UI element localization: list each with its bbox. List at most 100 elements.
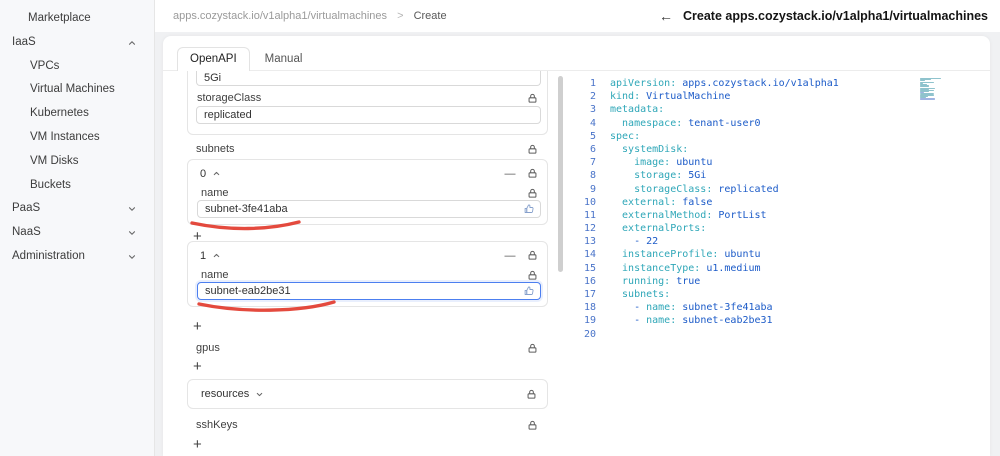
tab-openapi[interactable]: OpenAPI: [177, 47, 250, 71]
sidebar-item-naas[interactable]: NaaS: [0, 221, 154, 245]
subnets-label: subnets: [196, 143, 235, 155]
subnet-item-0-header[interactable]: 0 —: [200, 166, 538, 181]
sidebar-item-paas[interactable]: PaaS: [0, 197, 154, 221]
sidebar-item-virtual-machines[interactable]: Virtual Machines: [0, 78, 154, 102]
lock-icon: [527, 188, 538, 199]
minimap[interactable]: [920, 78, 942, 102]
sidebar-item-iaas[interactable]: IaaS: [0, 31, 154, 55]
sidebar-item-label: VM Disks: [30, 154, 79, 167]
sshkeys-label: sshKeys: [196, 419, 238, 431]
code-text: kind: VirtualMachine: [610, 91, 731, 103]
lock-icon: [527, 168, 538, 179]
page-title: Create apps.cozystack.io/v1alpha1/virtua…: [683, 9, 988, 23]
sidebar-item-kubernetes[interactable]: Kubernetes: [0, 102, 154, 126]
line-number: 6: [589, 143, 596, 155]
form-scrollbar-thumb[interactable]: [558, 76, 563, 272]
line-number: 7: [589, 157, 596, 169]
tab-manual[interactable]: Manual: [252, 47, 316, 71]
sidebar-items: Marketplace IaaS VPCs Virtual Machines Kuber…: [0, 7, 154, 269]
code-text: running: true: [610, 275, 701, 287]
code-text: instanceType: u1.medium: [610, 262, 761, 274]
code-line: 6 systemDisk:: [575, 143, 990, 156]
storage-size-input[interactable]: 5Gi: [196, 71, 541, 86]
lock-icon: [527, 250, 538, 261]
subnet-1-name-label-row: name: [201, 269, 538, 281]
code-text: namespace: tenant-user0: [610, 117, 761, 129]
sidebar-item-label: Kubernetes: [30, 107, 89, 120]
sidebar-item-buckets[interactable]: Buckets: [0, 174, 154, 198]
sidebar-item-vpcs[interactable]: VPCs: [0, 55, 154, 79]
code-text: storage: 5Gi: [610, 170, 707, 182]
chevron-up-icon: [127, 38, 137, 48]
code-text: metadata:: [610, 104, 665, 116]
storage-field-group: 5Gi storageClass: [187, 71, 548, 135]
line-number: 17: [583, 289, 596, 300]
thumbs-up-icon[interactable]: [523, 203, 535, 215]
code-line: 20: [575, 328, 990, 341]
sidebar-item-vm-instances[interactable]: VM Instances: [0, 126, 154, 150]
subnet-item-1-index: 1: [200, 249, 207, 262]
line-number: 10: [583, 196, 596, 208]
lock-icon: [527, 270, 538, 281]
sidebar-item-label: PaaS: [12, 202, 41, 215]
line-number: 12: [583, 223, 596, 235]
line-number: 5: [589, 130, 596, 142]
line-number: 16: [583, 275, 596, 287]
line-number: 8: [589, 170, 596, 182]
gpus-label: gpus: [196, 342, 220, 354]
code-text: externalMethod: PortList: [610, 209, 767, 221]
sidebar-item-marketplace[interactable]: Marketplace: [0, 7, 154, 31]
topbar: apps.cozystack.io/v1alpha1/virtualmachin…: [155, 0, 1000, 32]
code-line: 5 spec:: [575, 130, 990, 143]
breadcrumb: apps.cozystack.io/v1alpha1/virtualmachin…: [173, 10, 447, 22]
code-line: 13 - 22: [575, 235, 990, 248]
chevron-up-icon: [212, 251, 221, 260]
line-number: 4: [589, 117, 596, 129]
thumbs-up-icon[interactable]: [523, 285, 535, 297]
sidebar-item-administration[interactable]: Administration: [0, 245, 154, 269]
code-line: 7 image: ubuntu: [575, 156, 990, 169]
subnet-0-name-label: name: [201, 187, 229, 199]
code-text: - name: subnet-eab2be31: [610, 315, 773, 327]
subnet-item-0: 0 — name: [187, 159, 548, 225]
remove-subnet-0-button[interactable]: —: [502, 168, 518, 180]
sidebar-item-label: Buckets: [30, 178, 71, 191]
line-number: 1: [589, 78, 596, 89]
remove-subnet-1-button[interactable]: —: [502, 250, 518, 262]
code-line: 14 instanceProfile: ubuntu: [575, 248, 990, 261]
code-line: 17 subnets:: [575, 288, 990, 301]
sidebar-item-label: NaaS: [12, 226, 41, 239]
sidebar-item-label: IaaS: [12, 35, 36, 48]
add-sshkey-button[interactable]: +: [193, 437, 202, 452]
breadcrumb-path[interactable]: apps.cozystack.io/v1alpha1/virtualmachin…: [173, 10, 387, 22]
subnet-1-name-label: name: [201, 269, 229, 281]
code-text: external: false: [610, 196, 713, 208]
subnet-0-name-input[interactable]: [197, 200, 541, 218]
storage-class-input-wrap: [196, 106, 541, 124]
add-gpu-button[interactable]: +: [193, 359, 202, 374]
yaml-editor[interactable]: 1 apiVersion: apps.cozystack.io/v1alpha1 2…: [575, 72, 990, 456]
code-text: - name: subnet-3fe41aba: [610, 302, 773, 314]
sidebar-item-label: VM Instances: [30, 130, 100, 143]
line-number: 20: [583, 328, 596, 340]
back-arrow-icon[interactable]: ←: [659, 9, 673, 23]
chevron-up-icon: [212, 169, 221, 178]
line-number: 15: [583, 262, 596, 274]
subnet-1-name-input[interactable]: [197, 282, 541, 300]
storage-class-label: storageClass: [197, 92, 262, 104]
add-subnet-button-2[interactable]: +: [193, 319, 202, 334]
storage-class-input[interactable]: [196, 106, 541, 124]
code-line: 4 namespace: tenant-user0: [575, 117, 990, 130]
resources-expander[interactable]: resources: [187, 379, 548, 409]
lock-icon: [527, 144, 538, 155]
chevron-down-icon: [255, 390, 264, 399]
sidebar-item-vm-disks[interactable]: VM Disks: [0, 150, 154, 174]
subnet-item-1-header[interactable]: 1 —: [200, 248, 538, 263]
subnets-label-row: subnets: [187, 143, 548, 155]
sidebar-item-label: Administration: [12, 249, 85, 262]
lock-icon: [527, 420, 538, 431]
chevron-down-icon: [127, 228, 137, 238]
lock-icon: [527, 343, 538, 354]
sidebar-item-label: Virtual Machines: [30, 83, 115, 96]
code-text: apiVersion: apps.cozystack.io/v1alpha1: [610, 78, 839, 89]
